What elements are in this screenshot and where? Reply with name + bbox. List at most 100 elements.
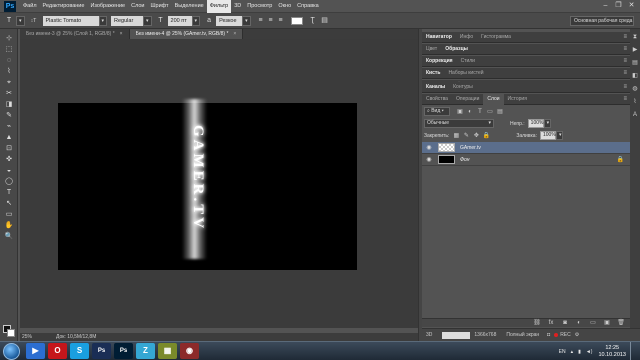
trash-icon[interactable]: 🗑 <box>616 319 626 328</box>
font-size-dropdown[interactable]: ▾ <box>191 15 201 26</box>
new-layer-icon[interactable]: ▣ <box>602 319 612 328</box>
camera-icon[interactable]: ◘ <box>547 332 550 338</box>
layer-name[interactable]: GAmer.tv <box>460 145 481 151</box>
menu-item[interactable]: Редактирование <box>40 0 88 13</box>
blend-mode-dropdown[interactable]: Обычные ▾ <box>424 119 494 128</box>
text-tool-icon[interactable]: T <box>4 16 14 26</box>
mask-icon[interactable]: ◙ <box>560 319 570 328</box>
character-panel-icon[interactable]: A <box>630 110 640 120</box>
workspace-switcher[interactable]: Основная рабочая среда <box>570 16 634 26</box>
timeline-label[interactable]: 3D <box>426 332 432 338</box>
taskbar-app-photoshop[interactable]: Ps <box>114 343 133 359</box>
restore-button[interactable]: ❐ <box>614 2 623 10</box>
font-style-field[interactable]: Regular <box>111 15 144 26</box>
screen-mode-label[interactable]: Полный экран <box>506 332 539 338</box>
tool-icon[interactable]: ▭ <box>0 209 18 220</box>
language-indicator[interactable]: EN <box>559 349 566 355</box>
layer-name[interactable]: Фон <box>460 157 470 163</box>
show-desktop-button[interactable] <box>630 342 636 360</box>
menu-item[interactable]: Просмотр <box>244 0 275 13</box>
menu-item[interactable]: Шрифт <box>147 0 171 13</box>
tool-icon[interactable]: ⌖ <box>0 77 18 88</box>
tool-preset-dropdown[interactable]: ▾ <box>16 15 25 26</box>
menu-item[interactable]: Фильтр <box>206 0 232 13</box>
layer-filter-dropdown[interactable]: ⌕ Вид ▾ <box>424 107 450 116</box>
tool-icon[interactable]: ◯ <box>0 176 18 187</box>
tool-icon[interactable]: T <box>0 187 18 198</box>
minimize-button[interactable]: – <box>601 2 610 10</box>
panel-menu-icon[interactable]: ≡ <box>623 96 627 102</box>
rec-indicator[interactable]: REC <box>554 332 571 338</box>
fill-dropdown[interactable]: ▾ <box>555 131 563 140</box>
menu-item[interactable]: Файл <box>20 0 40 13</box>
menu-item[interactable]: 3D <box>231 0 244 13</box>
lock-position-icon[interactable]: ✥ <box>472 132 480 140</box>
properties-panel-icon[interactable]: ▤ <box>630 58 640 68</box>
taskbar-app-z-app[interactable]: Z <box>136 343 155 359</box>
document-tab[interactable]: Без имени-4 @ 25% (GAmer.tv, RGB/8) * × <box>129 29 244 39</box>
channels-panel-icon[interactable]: ◍ <box>630 84 640 94</box>
font-style-dropdown[interactable]: ▾ <box>143 15 152 26</box>
start-button[interactable] <box>3 343 20 360</box>
text-color-swatch[interactable] <box>290 16 303 25</box>
visibility-eye-icon[interactable]: ◉ <box>425 142 433 154</box>
layers-panel-icon[interactable]: ◧ <box>630 71 640 81</box>
volume-icon[interactable]: ◄) <box>586 349 593 355</box>
align-left-icon[interactable]: ≡ <box>256 16 266 26</box>
filter-adjustment-icon[interactable]: ◐ <box>466 108 474 116</box>
font-family-field[interactable]: Plastic Tomato <box>42 15 99 26</box>
warp-text-icon[interactable]: Ʈ <box>308 16 318 26</box>
filter-smart-icon[interactable]: ▤ <box>496 108 504 116</box>
filter-pixel-icon[interactable]: ▣ <box>456 108 464 116</box>
char-panel-icon[interactable]: ▤ <box>320 16 330 26</box>
taskbar-app-recorder[interactable]: ◉ <box>180 343 199 359</box>
document-canvas[interactable] <box>58 103 357 270</box>
tool-icon[interactable]: ✎ <box>0 110 18 121</box>
lock-all-icon[interactable]: 🔒 <box>482 132 490 140</box>
antialias-dropdown[interactable]: ▾ <box>242 15 251 26</box>
tool-icon[interactable]: ✋ <box>0 220 18 231</box>
folder-icon[interactable]: ▭ <box>588 319 598 328</box>
layers-panel-tab[interactable]: История <box>504 94 531 105</box>
taskbar-app-mediaplayer[interactable]: ▶ <box>26 343 45 359</box>
tab-close-icon[interactable]: × <box>120 31 123 37</box>
canvas-text-layer[interactable]: GAMER.TV <box>190 98 206 258</box>
close-button[interactable]: ✕ <box>627 2 636 10</box>
menu-item[interactable]: Окно <box>275 0 294 13</box>
taskbar-app-image-viewer[interactable]: ▦ <box>158 343 177 359</box>
tool-icon[interactable]: ⬚ <box>0 44 18 55</box>
fill-field[interactable]: 100% <box>539 131 556 140</box>
adjustment-icon[interactable]: ◐ <box>574 319 584 328</box>
clock[interactable]: 12:25 10.10.2013 <box>598 345 626 359</box>
tool-icon[interactable]: 🔍 <box>0 231 18 242</box>
filter-type-icon[interactable]: T <box>476 108 484 116</box>
tool-icon[interactable]: ⌁ <box>0 121 18 132</box>
tool-icon[interactable]: ✂ <box>0 88 18 99</box>
actions-panel-icon[interactable]: ▶ <box>630 45 640 55</box>
text-orientation-icon[interactable]: ↕T <box>29 16 39 26</box>
fx-icon[interactable]: fx <box>546 319 556 328</box>
taskbar-app-opera[interactable]: O <box>48 343 67 359</box>
document-tab[interactable]: Без имени-3 @ 25% (Слой 1, RGB/8) * × <box>20 29 130 39</box>
lock-pixels-icon[interactable]: ✎ <box>462 132 470 140</box>
layers-panel-tab[interactable]: Слои <box>483 93 504 105</box>
opacity-field[interactable]: 100% <box>527 119 544 128</box>
taskbar-app-skype[interactable]: S <box>70 343 89 359</box>
tool-icon[interactable]: ↖ <box>0 198 18 209</box>
link-icon[interactable]: ⛓ <box>532 319 542 328</box>
menu-item[interactable]: Изображение <box>87 0 128 13</box>
tool-icon[interactable]: ⊡ <box>0 143 18 154</box>
layer-row[interactable]: ◉ Фон 🔒 <box>422 154 630 166</box>
tool-icon[interactable]: ◨ <box>0 99 18 110</box>
layers-panel-tab[interactable]: Свойства <box>422 94 452 105</box>
filter-shape-icon[interactable]: ▭ <box>486 108 494 116</box>
paths-panel-icon[interactable]: ⌇ <box>630 97 640 107</box>
history-panel-icon[interactable]: ⧗ <box>630 32 640 42</box>
network-icon[interactable]: ▮ <box>578 349 581 355</box>
zoom-level[interactable]: 25% <box>22 333 32 341</box>
tool-icon[interactable]: ⊹ <box>0 33 18 44</box>
visibility-eye-icon[interactable]: ◉ <box>425 154 433 166</box>
opacity-dropdown[interactable]: ▾ <box>543 119 551 128</box>
tool-icon[interactable]: ◌ <box>0 55 18 66</box>
menu-item[interactable]: Выделение <box>172 0 207 13</box>
